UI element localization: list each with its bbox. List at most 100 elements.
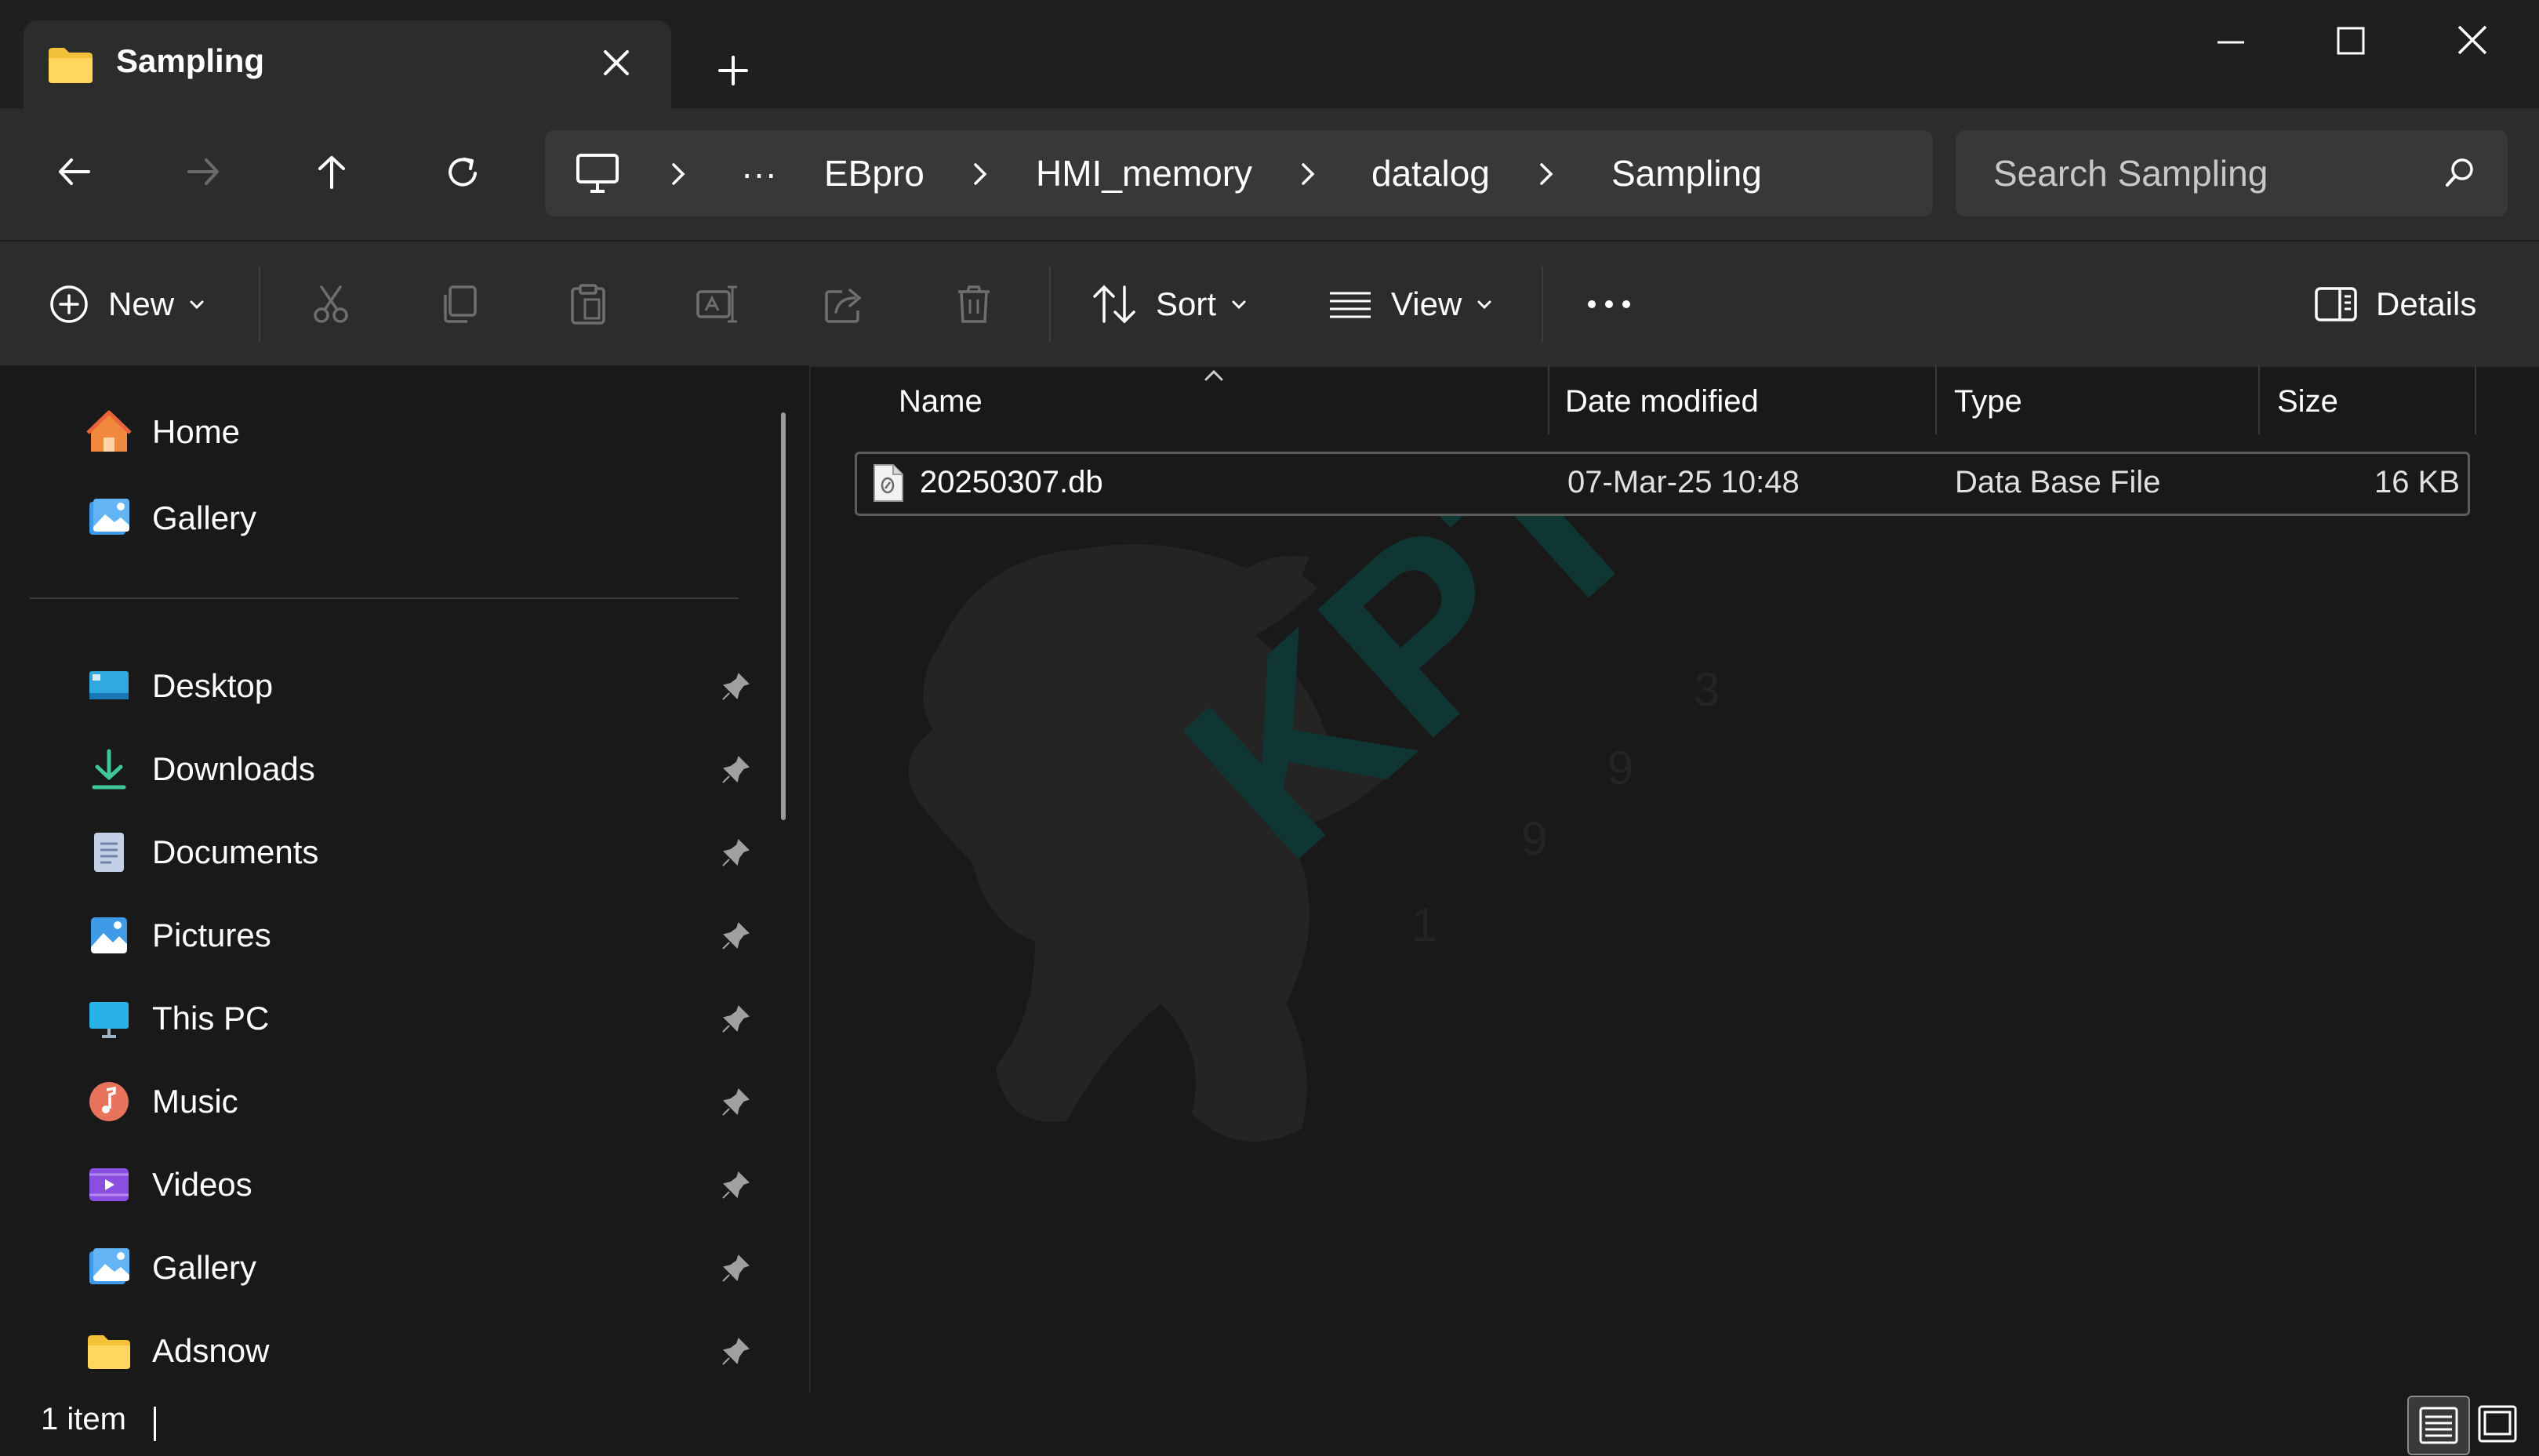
chevron-right-icon[interactable] [667, 158, 690, 190]
breadcrumb-sampling[interactable]: Sampling [1611, 152, 1762, 194]
search-box[interactable]: Search Sampling [1956, 130, 2508, 216]
chevron-right-icon[interactable] [1296, 158, 1320, 190]
rename-button[interactable] [695, 273, 739, 336]
sidebar-item-label: Videos [152, 1166, 252, 1203]
sidebar-item-label: Downloads [152, 750, 315, 787]
breadcrumb-overflow[interactable]: ··· [741, 152, 777, 194]
large-icons-view-toggle[interactable] [2472, 1399, 2523, 1449]
list-view-icon [1330, 292, 1371, 318]
cut-button[interactable] [309, 273, 353, 336]
file-icon [874, 464, 903, 502]
status-bar: 1 item [0, 1392, 2539, 1456]
chevron-right-icon[interactable] [1535, 158, 1558, 190]
gallery-icon [89, 1248, 129, 1284]
file-explorer-window: Sampling ··· EBpro HMI_memory datalog Sa… [0, 0, 2539, 1456]
view-button[interactable]: View [1327, 273, 1495, 336]
sidebar-item-desktop[interactable]: Desktop [86, 651, 768, 721]
copy-button[interactable] [438, 273, 481, 336]
column-header-name[interactable]: Name [899, 384, 983, 439]
pin-icon[interactable] [720, 1253, 751, 1284]
column-separator[interactable] [2475, 365, 2476, 434]
sidebar-item-home[interactable]: Home [86, 397, 768, 467]
pin-icon[interactable] [720, 1004, 751, 1035]
view-label: View [1391, 285, 1462, 322]
new-tab-icon[interactable] [706, 43, 761, 98]
toolbar-divider [259, 267, 260, 342]
pin-icon[interactable] [720, 1336, 751, 1367]
sidebar-item-gallery[interactable]: Gallery [86, 483, 768, 554]
svg-text:3: 3 [1694, 663, 1720, 716]
sort-icon [1093, 285, 1135, 324]
folder-icon [88, 1335, 130, 1369]
pin-icon[interactable] [720, 837, 751, 869]
tab-sampling[interactable]: Sampling [24, 20, 671, 108]
details-button[interactable]: Details [2313, 273, 2476, 336]
search-input[interactable]: Search Sampling [1993, 152, 2268, 194]
sidebar-scrollbar[interactable] [781, 412, 786, 820]
refresh-icon [449, 158, 477, 187]
command-bar: New Sort View Details [0, 240, 2539, 367]
sidebar-divider [30, 597, 739, 599]
sidebar-item-music[interactable]: Music [86, 1066, 768, 1137]
breadcrumb-hmi-memory[interactable]: HMI_memory [1036, 152, 1252, 194]
column-header-date-modified[interactable]: Date modified [1565, 384, 1759, 439]
column-header-type[interactable]: Type [1954, 384, 2022, 439]
breadcrumb-ebpro[interactable]: EBpro [824, 152, 924, 194]
column-header-size[interactable]: Size [2277, 384, 2338, 439]
this-pc-icon[interactable] [575, 152, 620, 196]
up-button[interactable] [296, 136, 367, 207]
address-bar[interactable]: ··· EBpro HMI_memory datalog Sampling [545, 130, 1933, 216]
scissors-icon [314, 285, 348, 323]
chevron-right-icon[interactable] [968, 158, 992, 190]
breadcrumb-datalog[interactable]: datalog [1371, 152, 1490, 194]
sidebar-item-label: Pictures [152, 917, 271, 953]
pin-icon[interactable] [720, 1170, 751, 1201]
chevron-down-icon [190, 300, 204, 310]
desktop-icon [89, 671, 129, 699]
copy-icon [444, 285, 477, 323]
sidebar-item-gallery-pinned[interactable]: Gallery [86, 1233, 768, 1303]
tab-title: Sampling [116, 42, 265, 79]
file-row[interactable]: 20250307.db 07-Mar-25 10:48 Data Base Fi… [855, 452, 2470, 516]
details-view-toggle[interactable] [2407, 1396, 2470, 1455]
search-icon [2446, 158, 2473, 187]
gallery-icon [89, 499, 129, 535]
downloads-icon [92, 749, 126, 790]
pin-icon[interactable] [720, 920, 751, 952]
column-separator[interactable] [2258, 365, 2260, 434]
file-type: Data Base File [1955, 465, 2161, 499]
sidebar-item-documents[interactable]: Documents [86, 817, 768, 888]
sidebar-item-this-pc[interactable]: This PC [86, 983, 768, 1054]
sidebar-item-adsnow[interactable]: Adsnow [86, 1316, 768, 1386]
sidebar-item-videos[interactable]: Videos [86, 1149, 768, 1220]
sidebar-item-label: Adsnow [152, 1332, 270, 1369]
file-name: 20250307.db [920, 465, 1103, 499]
videos-icon [89, 1168, 129, 1201]
column-separator[interactable] [1548, 365, 1549, 434]
back-button[interactable] [39, 136, 110, 207]
forward-button[interactable] [168, 136, 238, 207]
minimize-icon[interactable] [2188, 13, 2274, 67]
share-button[interactable] [823, 273, 867, 336]
sort-button[interactable]: Sort [1092, 273, 1249, 336]
refresh-button[interactable] [427, 136, 498, 207]
pin-icon[interactable] [720, 671, 751, 703]
toolbar-divider [1542, 267, 1543, 342]
paste-button[interactable] [566, 273, 610, 336]
pin-icon[interactable] [720, 754, 751, 786]
close-tab-icon[interactable] [594, 41, 638, 85]
large-icons-view-icon [2478, 1405, 2517, 1443]
svg-text:9: 9 [1521, 812, 1547, 865]
sidebar-item-downloads[interactable]: Downloads [86, 734, 768, 804]
watermark-logo: KPT 3 9 9 1 [908, 502, 1720, 1142]
pane-divider[interactable] [809, 365, 811, 1392]
close-window-icon[interactable] [2429, 13, 2515, 67]
sidebar-item-pictures[interactable]: Pictures [86, 900, 768, 971]
maximize-icon[interactable] [2307, 13, 2393, 67]
new-button[interactable]: New [47, 273, 207, 336]
more-options-button[interactable] [1584, 273, 1634, 336]
navigation-pane: Home Gallery Desktop Downloads Documents… [0, 365, 809, 1392]
delete-button[interactable] [952, 273, 996, 336]
column-separator[interactable] [1935, 365, 1937, 434]
pin-icon[interactable] [720, 1087, 751, 1118]
